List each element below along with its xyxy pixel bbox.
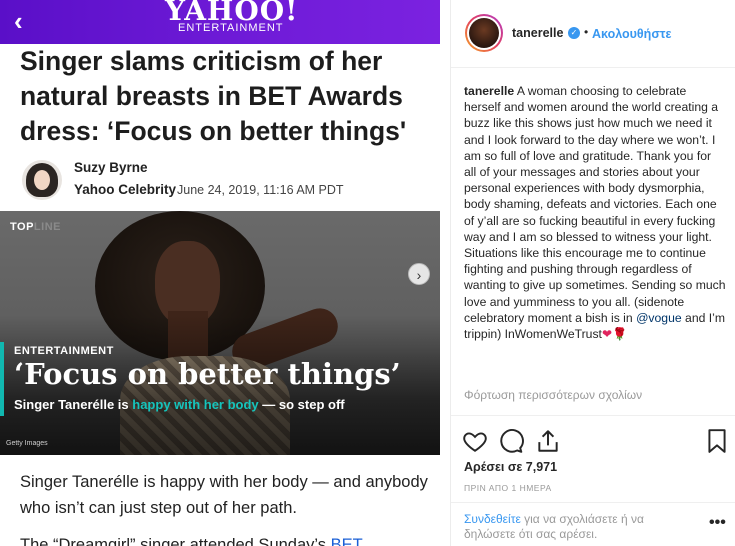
login-link[interactable]: Συνδεθείτε — [464, 512, 521, 526]
profile-avatar[interactable] — [465, 14, 503, 52]
post-caption: tanerelle A woman choosing to celebrate … — [464, 84, 726, 342]
article-date: June 24, 2019, 11:16 AM PDT — [177, 183, 344, 197]
article-paragraph: Singer Tanerélle is happy with her body … — [20, 473, 428, 517]
article-source[interactable]: Yahoo Celebrity — [74, 182, 176, 197]
bookmark-icon[interactable] — [704, 428, 730, 454]
vogue-mention[interactable]: @vogue — [636, 311, 682, 325]
verified-badge-icon: ✓ — [568, 27, 580, 39]
topline-logo: TOPLINE — [10, 221, 61, 233]
heart-icon[interactable] — [462, 428, 488, 454]
comment-icon[interactable] — [498, 428, 524, 454]
like-count[interactable]: Αρέσει σε 7,971 — [464, 460, 557, 474]
separator-dot: • — [584, 25, 589, 39]
author-avatar — [22, 160, 62, 200]
accent-bar — [0, 342, 4, 416]
post-header: tanerelle ✓ • Ακολουθήστε — [451, 0, 735, 68]
emoji: ❤🌹 — [601, 327, 628, 342]
panel-divider — [440, 0, 450, 546]
hero-quote: ‘Focus on better things’ — [14, 357, 401, 391]
bet-link[interactable]: BET — [331, 536, 363, 546]
article-headline: Singer slams criticism of her natural br… — [20, 46, 407, 146]
instagram-panel: tanerelle ✓ • Ακολουθήστε tanerelle A wo… — [450, 0, 735, 546]
login-prompt: Συνδεθείτε για να σχολιάσετε ή να δηλώσε… — [464, 512, 644, 541]
follow-button[interactable]: Ακολουθήστε — [592, 27, 671, 41]
hero-category: ENTERTAINMENT — [14, 345, 114, 357]
login-bar: Συνδεθείτε για να σχολιάσετε ή να δηλώσε… — [451, 502, 735, 546]
photo-credit: Getty Images — [6, 440, 48, 447]
more-options-icon[interactable]: ••• — [709, 514, 726, 532]
chevron-right-icon[interactable]: › — [408, 263, 430, 285]
caption-username[interactable]: tanerelle — [464, 84, 514, 98]
hero-image[interactable]: TOPLINE › ENTERTAINMENT ‘Focus on better… — [0, 211, 440, 455]
load-more-comments[interactable]: Φόρτωση περισσότερων σχολίων — [464, 388, 642, 402]
chevron-left-icon[interactable]: ‹ — [14, 6, 23, 36]
hero-subline: Singer Tanerélle is happy with her body … — [14, 397, 345, 412]
article-paragraph-2: The “Dreamgirl” singer attended Sunday’s… — [20, 532, 430, 546]
yahoo-header: ‹ YAHOO! ENTERTAINMENT — [0, 0, 440, 44]
yahoo-logo-sub: ENTERTAINMENT — [178, 22, 284, 34]
post-actions: Αρέσει σε 7,971 ΠΡΙΝ ΑΠΟ 1 ΗΜΕΡΑ Συνδεθε… — [451, 415, 735, 546]
author-name[interactable]: Suzy Byrne — [74, 160, 148, 175]
profile-username[interactable]: tanerelle — [512, 26, 563, 40]
article-panel: ‹ YAHOO! ENTERTAINMENT Singer slams crit… — [0, 0, 440, 546]
post-time: ΠΡΙΝ ΑΠΟ 1 ΗΜΕΡΑ — [464, 483, 552, 493]
share-icon[interactable] — [535, 428, 561, 454]
